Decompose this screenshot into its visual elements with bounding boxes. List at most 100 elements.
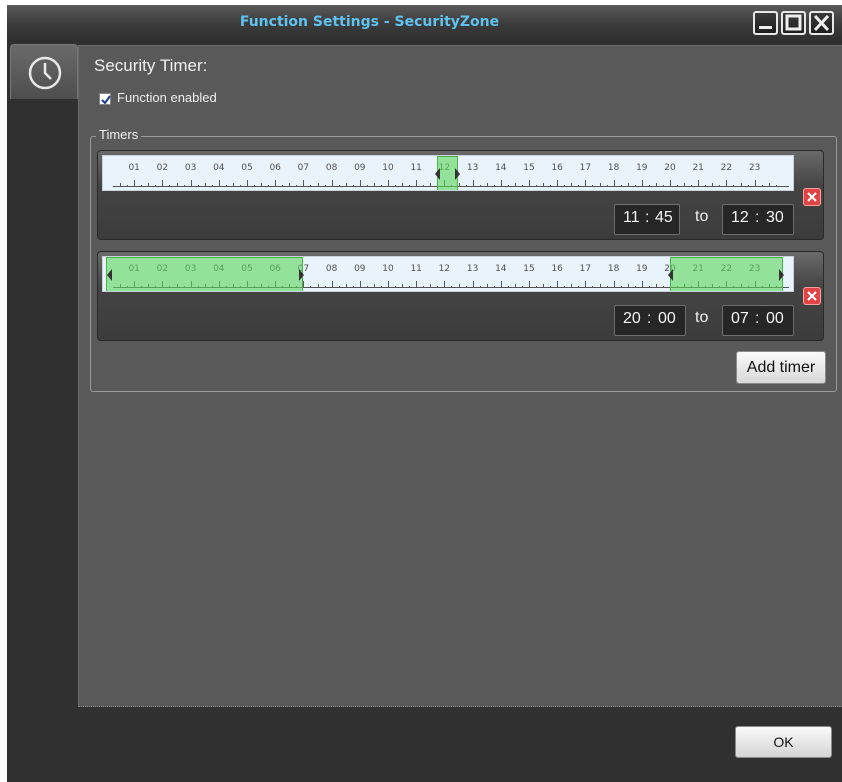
to-time-field[interactable]: 07 : 00: [722, 305, 794, 336]
timeline-tick: [296, 185, 298, 187]
timeline-tick: [169, 185, 171, 187]
from-minute[interactable]: 45: [655, 209, 673, 227]
timeline-tick: [254, 185, 256, 187]
timeline-tick: [529, 180, 530, 187]
timer-range-selection[interactable]: [106, 257, 304, 291]
function-enabled-label[interactable]: Function enabled: [117, 90, 217, 105]
timeline-tick: [479, 185, 481, 187]
timeline-tick: [634, 185, 636, 187]
to-time-field[interactable]: 12 : 30: [722, 204, 794, 235]
timeline-tick: [416, 180, 418, 187]
timeline-hour-label: 14: [495, 163, 507, 173]
timeline-tick: [465, 286, 467, 288]
from-time-field[interactable]: 20 : 00: [614, 305, 686, 336]
timeline-hour-label: 02: [156, 163, 169, 173]
timeline-tick: [486, 284, 488, 288]
timeline-tick: [317, 284, 319, 288]
ok-button[interactable]: OK: [735, 726, 832, 758]
time-separator: :: [755, 209, 760, 226]
timeline-tick: [373, 284, 375, 288]
timeline-tick: [218, 180, 220, 187]
timeline-tick: [500, 180, 502, 187]
timeline-tick: [183, 185, 185, 187]
from-hour[interactable]: 20: [623, 310, 641, 328]
timeline-tick: [148, 183, 150, 187]
timeline-hour-label: 23: [748, 163, 761, 173]
timeline-tick: [599, 183, 601, 187]
title-bar[interactable]: Function Settings - SecurityZone: [7, 5, 842, 42]
timeline-tick: [613, 281, 615, 288]
to-hour[interactable]: 07: [731, 310, 749, 328]
timeline-tick: [345, 183, 347, 187]
timeline-tick: [592, 185, 594, 187]
timeline-tick: [670, 180, 671, 187]
timeline-tick: [493, 185, 495, 187]
timeline-tick: [571, 284, 573, 288]
sidebar-tab-security-timer[interactable]: [10, 44, 78, 99]
from-minute[interactable]: 00: [658, 310, 676, 328]
timeline-tick: [176, 183, 178, 187]
timeline-hour-label: 10: [382, 163, 394, 173]
timeline-tick: [655, 284, 657, 288]
timeline-tick: [662, 286, 664, 288]
timeline-tick: [162, 180, 164, 187]
timeline-tick: [239, 185, 241, 187]
timeline-tick: [521, 185, 523, 187]
add-timer-button[interactable]: Add timer: [736, 351, 826, 384]
from-time-field[interactable]: 11 : 45: [614, 204, 680, 235]
timeline-tick: [423, 286, 425, 288]
timeline-tick: [388, 180, 389, 187]
range-start-handle[interactable]: [107, 269, 112, 281]
timer-timeline[interactable]: 0102030405060708091011121314151617181920…: [102, 256, 794, 292]
range-end-handle[interactable]: [299, 269, 305, 281]
to-label: to: [695, 309, 709, 326]
timeline-tick: [705, 185, 707, 187]
delete-timer-button[interactable]: [803, 287, 821, 305]
timeline-tick: [585, 281, 587, 288]
range-start-handle[interactable]: [668, 269, 673, 281]
timeline-tick: [677, 185, 679, 187]
timeline-hour-label: 15: [523, 163, 535, 173]
range-end-handle[interactable]: [778, 269, 784, 281]
timeline-tick: [775, 185, 777, 187]
timeline-hour-label: 17: [579, 163, 592, 173]
timers-group: Timers 01 02 03 04 05 06 07 08 09 10 11 12 13 14 15 16 1…: [90, 127, 837, 392]
timeline-tick: [627, 284, 629, 288]
timeline-tick: [289, 183, 291, 187]
timeline-tick: [395, 286, 397, 288]
timer-timeline[interactable]: 0102030405060708091011121314151617181920…: [102, 155, 794, 191]
timeline-hour-label: 17: [579, 264, 592, 274]
timeline-tick: [359, 180, 361, 187]
timeline-tick: [402, 284, 404, 288]
maximize-button[interactable]: [781, 11, 806, 35]
timers-group-label: Timers: [96, 127, 142, 142]
timeline-tick: [134, 180, 136, 187]
range-start-handle[interactable]: [435, 168, 441, 180]
to-minute[interactable]: 30: [766, 209, 784, 227]
timeline-hour-label: 01: [128, 163, 140, 173]
minimize-button[interactable]: [753, 11, 778, 35]
timeline-tick: [719, 185, 721, 187]
timeline-tick: [430, 284, 432, 288]
to-minute[interactable]: 00: [766, 310, 784, 328]
close-button[interactable]: [809, 11, 834, 35]
close-icon: [813, 14, 830, 32]
function-enabled-checkbox[interactable]: [99, 93, 111, 105]
timeline-tick: [761, 185, 763, 187]
to-hour[interactable]: 12: [731, 209, 749, 227]
delete-timer-button[interactable]: [803, 188, 821, 206]
timeline-tick: [613, 180, 615, 187]
timeline-tick: [437, 286, 439, 288]
timeline-hour-label: 08: [325, 163, 338, 173]
timeline-hour-label: 10: [382, 264, 394, 274]
timer-range-selection[interactable]: [670, 257, 783, 291]
timer-row: 0102030405060708091011121314151617181920…: [97, 251, 824, 341]
timeline-tick: [550, 286, 552, 288]
timeline-tick: [303, 281, 305, 288]
range-end-handle[interactable]: [454, 168, 460, 180]
timeline-tick: [578, 185, 580, 187]
window-title: Function Settings - SecurityZone: [239, 14, 500, 30]
from-hour[interactable]: 11: [623, 209, 640, 227]
timeline-tick: [655, 183, 657, 187]
timeline-tick: [536, 286, 538, 288]
